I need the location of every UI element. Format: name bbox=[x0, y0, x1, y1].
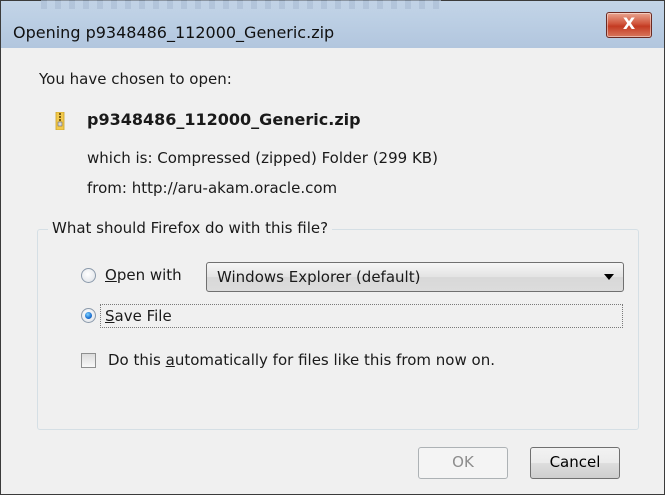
auto-action-checkbox[interactable] bbox=[81, 353, 96, 368]
auto-action-label[interactable]: Do this automatically for files like thi… bbox=[108, 351, 495, 369]
title-bar[interactable]: Opening p9348486_112000_Generic.zip X bbox=[1, 0, 664, 48]
zip-folder-icon bbox=[55, 112, 65, 130]
close-button[interactable]: X bbox=[606, 12, 652, 38]
action-groupbox: What should Firefox do with this file? O… bbox=[37, 219, 639, 430]
ok-button[interactable]: OK bbox=[418, 447, 508, 479]
save-file-label[interactable]: Save File bbox=[105, 307, 172, 325]
open-with-app-dropdown[interactable]: Windows Explorer (default) bbox=[206, 262, 624, 292]
chevron-down-icon[interactable] bbox=[604, 274, 614, 280]
download-dialog-window: Opening p9348486_112000_Generic.zip X Yo… bbox=[0, 0, 665, 495]
save-file-radio[interactable] bbox=[81, 308, 96, 323]
file-source-info: from: http://aru-akam.oracle.com bbox=[87, 179, 338, 197]
file-type-info: which is: Compressed (zipped) Folder (29… bbox=[87, 149, 438, 167]
open-with-label[interactable]: Open with bbox=[105, 266, 182, 284]
window-title: Opening p9348486_112000_Generic.zip bbox=[13, 23, 335, 42]
chosen-to-open-label: You have chosen to open: bbox=[39, 70, 232, 88]
save-file-focus-outline bbox=[100, 304, 623, 328]
open-with-radio[interactable] bbox=[81, 268, 96, 283]
close-icon: X bbox=[622, 14, 636, 33]
open-with-app-value: Windows Explorer (default) bbox=[217, 268, 421, 286]
file-name: p9348486_112000_Generic.zip bbox=[87, 110, 361, 129]
dialog-body: You have chosen to open: p9348486_112000… bbox=[13, 48, 652, 494]
cancel-button[interactable]: Cancel bbox=[530, 447, 620, 479]
action-group-legend: What should Firefox do with this file? bbox=[48, 219, 333, 237]
